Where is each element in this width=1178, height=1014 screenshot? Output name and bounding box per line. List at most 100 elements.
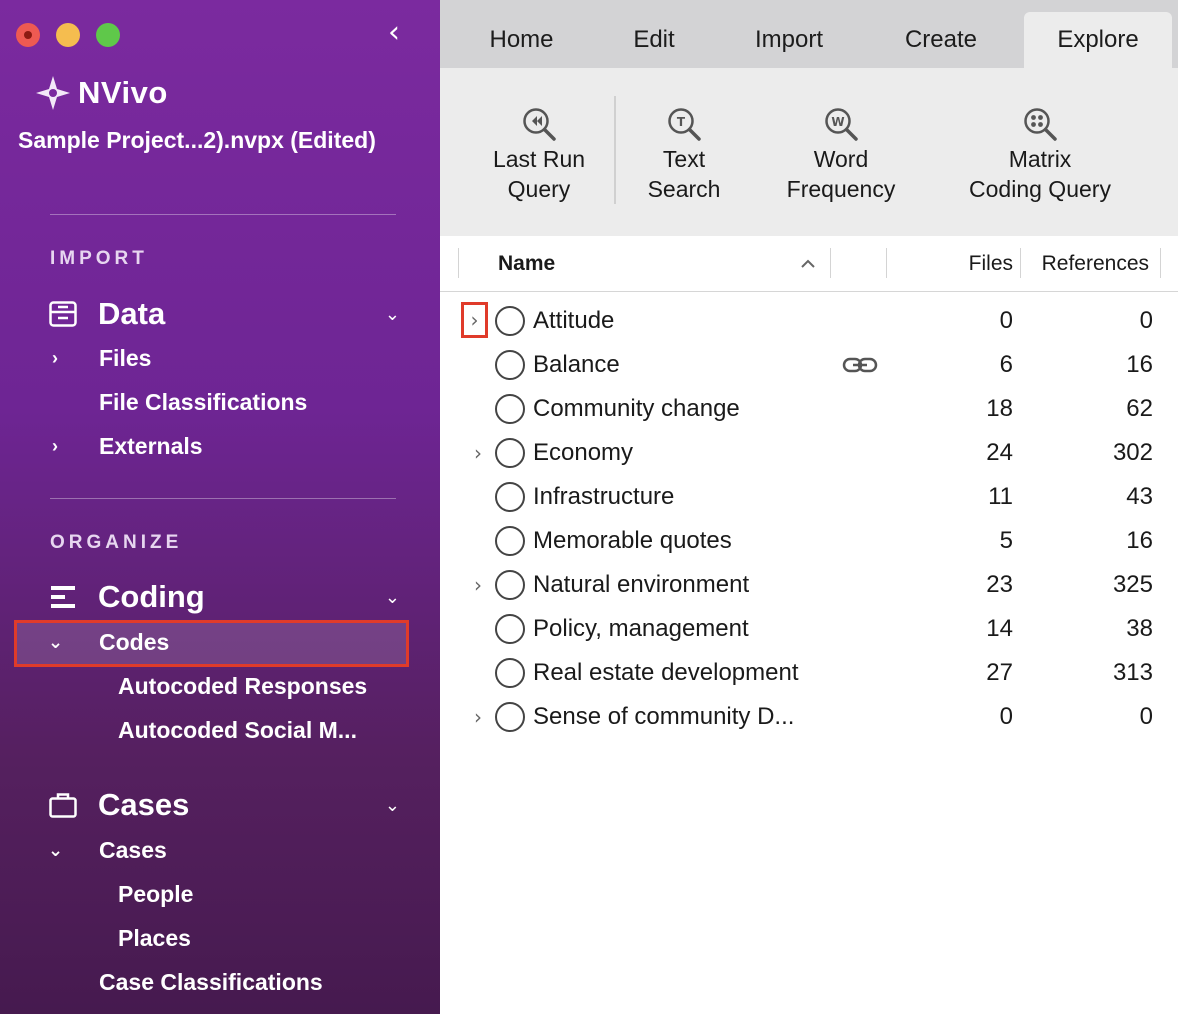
column-separator (1160, 248, 1161, 278)
column-separator (1020, 248, 1021, 278)
sidebar-item-codes[interactable]: ⌄ Codes (40, 622, 410, 662)
code-name: Natural environment (533, 571, 750, 598)
code-name: Community change (533, 395, 740, 422)
files-count: 0 (999, 307, 1013, 334)
expand-arrow-icon[interactable]: › (48, 436, 62, 457)
code-name: Balance (533, 351, 620, 378)
references-count: 16 (1126, 351, 1153, 378)
sidebar-item-people[interactable]: People (40, 874, 410, 914)
sort-ascending-icon[interactable] (800, 236, 816, 291)
tab-home[interactable]: Home (454, 12, 589, 68)
column-header-references[interactable]: References (1042, 236, 1149, 291)
close-window-button[interactable] (16, 23, 40, 47)
expand-chevron-icon[interactable]: › (461, 302, 488, 338)
word-frequency-button[interactable]: W Word Frequency (770, 106, 912, 204)
table-row[interactable]: › Attitude 0 0 (440, 299, 1178, 343)
ribbon-label: Frequency (786, 176, 896, 202)
sidebar-item-label: Codes (99, 628, 170, 655)
sidebar-item-label: Case Classifications (99, 968, 323, 995)
ribbon-separator (614, 96, 616, 204)
references-count: 62 (1126, 395, 1153, 422)
code-node-icon (495, 482, 525, 512)
codes-table-header: Name Files References (440, 236, 1178, 292)
sidebar-divider (50, 214, 396, 215)
group-data[interactable]: Data ⌄ (48, 294, 400, 334)
column-header-files[interactable]: Files (969, 236, 1013, 291)
group-title-coding: Coding (98, 579, 205, 614)
sidebar-item-autocoded-social-media[interactable]: Autocoded Social M... (40, 710, 410, 750)
matrix-coding-query-button[interactable]: Matrix Coding Query (950, 106, 1130, 204)
files-count: 0 (999, 703, 1013, 730)
project-title: Sample Project...2).nvpx (Edited) (18, 127, 376, 153)
text-search-button[interactable]: T Text Search (634, 106, 734, 204)
app-logo: NVivo (34, 74, 168, 112)
files-count: 6 (999, 351, 1013, 378)
expand-arrow-icon[interactable]: › (48, 348, 62, 369)
table-row[interactable]: Real estate development 27 313 (440, 651, 1178, 695)
code-node-icon (495, 658, 525, 688)
app-name: NVivo (78, 75, 168, 110)
expand-arrow-icon[interactable]: ⌄ (48, 632, 63, 653)
sidebar: ‹ NVivo Sample Project...2).nvpx (Edited… (0, 0, 440, 1014)
sidebar-item-case-classifications[interactable]: Case Classifications (40, 962, 410, 1002)
table-row[interactable]: › Economy 24 302 (440, 431, 1178, 475)
chevron-down-icon[interactable]: ⌄ (385, 304, 400, 325)
minimize-window-button[interactable] (56, 23, 80, 47)
code-node-icon (495, 394, 525, 424)
last-run-query-button[interactable]: Last Run Query (480, 106, 598, 204)
section-label-organize: ORGANIZE (50, 532, 183, 553)
column-separator (458, 248, 459, 278)
ribbon-label: Word (813, 146, 869, 172)
sidebar-item-label: Autocoded Responses (118, 672, 368, 699)
sidebar-divider (50, 498, 396, 499)
files-count: 11 (988, 483, 1013, 510)
code-name: Memorable quotes (533, 527, 732, 554)
column-header-name[interactable]: Name (498, 236, 555, 291)
chevron-down-icon[interactable]: ⌄ (385, 587, 400, 608)
table-row[interactable]: Infrastructure 11 43 (440, 475, 1178, 519)
sidebar-item-file-classifications[interactable]: File Classifications (40, 382, 410, 422)
group-cases[interactable]: Cases ⌄ (48, 785, 400, 825)
zoom-window-button[interactable] (96, 23, 120, 47)
tab-edit[interactable]: Edit (600, 12, 708, 68)
chevron-down-icon[interactable]: ⌄ (385, 795, 400, 816)
sidebar-item-cases[interactable]: ⌄ Cases (40, 830, 410, 870)
expand-chevron-icon[interactable]: › (470, 440, 486, 466)
ribbon-label: Last Run (492, 146, 586, 172)
expand-chevron-icon[interactable]: › (470, 704, 486, 730)
text-search-icon: T (668, 108, 701, 141)
tab-explore[interactable]: Explore (1024, 12, 1172, 68)
group-title-data: Data (98, 296, 166, 331)
table-row[interactable]: Community change 18 62 (440, 387, 1178, 431)
sidebar-item-autocoded-responses[interactable]: Autocoded Responses (40, 666, 410, 706)
sidebar-item-places[interactable]: Places (40, 918, 410, 958)
matrix-coding-query-icon (1024, 108, 1057, 141)
code-node-icon (495, 570, 525, 600)
table-row[interactable]: › Natural environment 23 325 (440, 563, 1178, 607)
references-count: 325 (1112, 571, 1153, 598)
sidebar-item-files[interactable]: › Files (40, 338, 410, 378)
code-name: Infrastructure (533, 483, 675, 510)
sidebar-item-label: Autocoded Social M... (118, 716, 357, 743)
table-row[interactable]: Policy, management 14 38 (440, 607, 1178, 651)
ribbon-tab-bar: Home Edit Import Create Explore (440, 0, 1178, 68)
group-title-cases: Cases (98, 787, 190, 822)
expand-chevron-icon[interactable]: › (470, 572, 486, 598)
table-row[interactable]: › Sense of community D... 0 0 (440, 695, 1178, 739)
references-count: 313 (1112, 659, 1153, 686)
table-row[interactable]: Balance 6 16 (440, 343, 1178, 387)
files-count: 24 (986, 439, 1013, 466)
column-separator (886, 248, 887, 278)
nvivo-logo-icon (36, 76, 70, 110)
group-coding[interactable]: Coding ⌄ (48, 577, 400, 617)
collapse-sidebar-icon[interactable]: ‹ (388, 18, 414, 48)
tab-import[interactable]: Import (724, 12, 854, 68)
tab-create[interactable]: Create (870, 12, 1012, 68)
code-name: Policy, management (533, 615, 749, 642)
sidebar-item-label: Externals (99, 432, 203, 459)
expand-arrow-icon[interactable]: ⌄ (48, 840, 63, 861)
table-row[interactable]: Memorable quotes 5 16 (440, 519, 1178, 563)
link-icon (842, 357, 878, 373)
code-node-icon (495, 526, 525, 556)
sidebar-item-externals[interactable]: › Externals (40, 426, 410, 466)
